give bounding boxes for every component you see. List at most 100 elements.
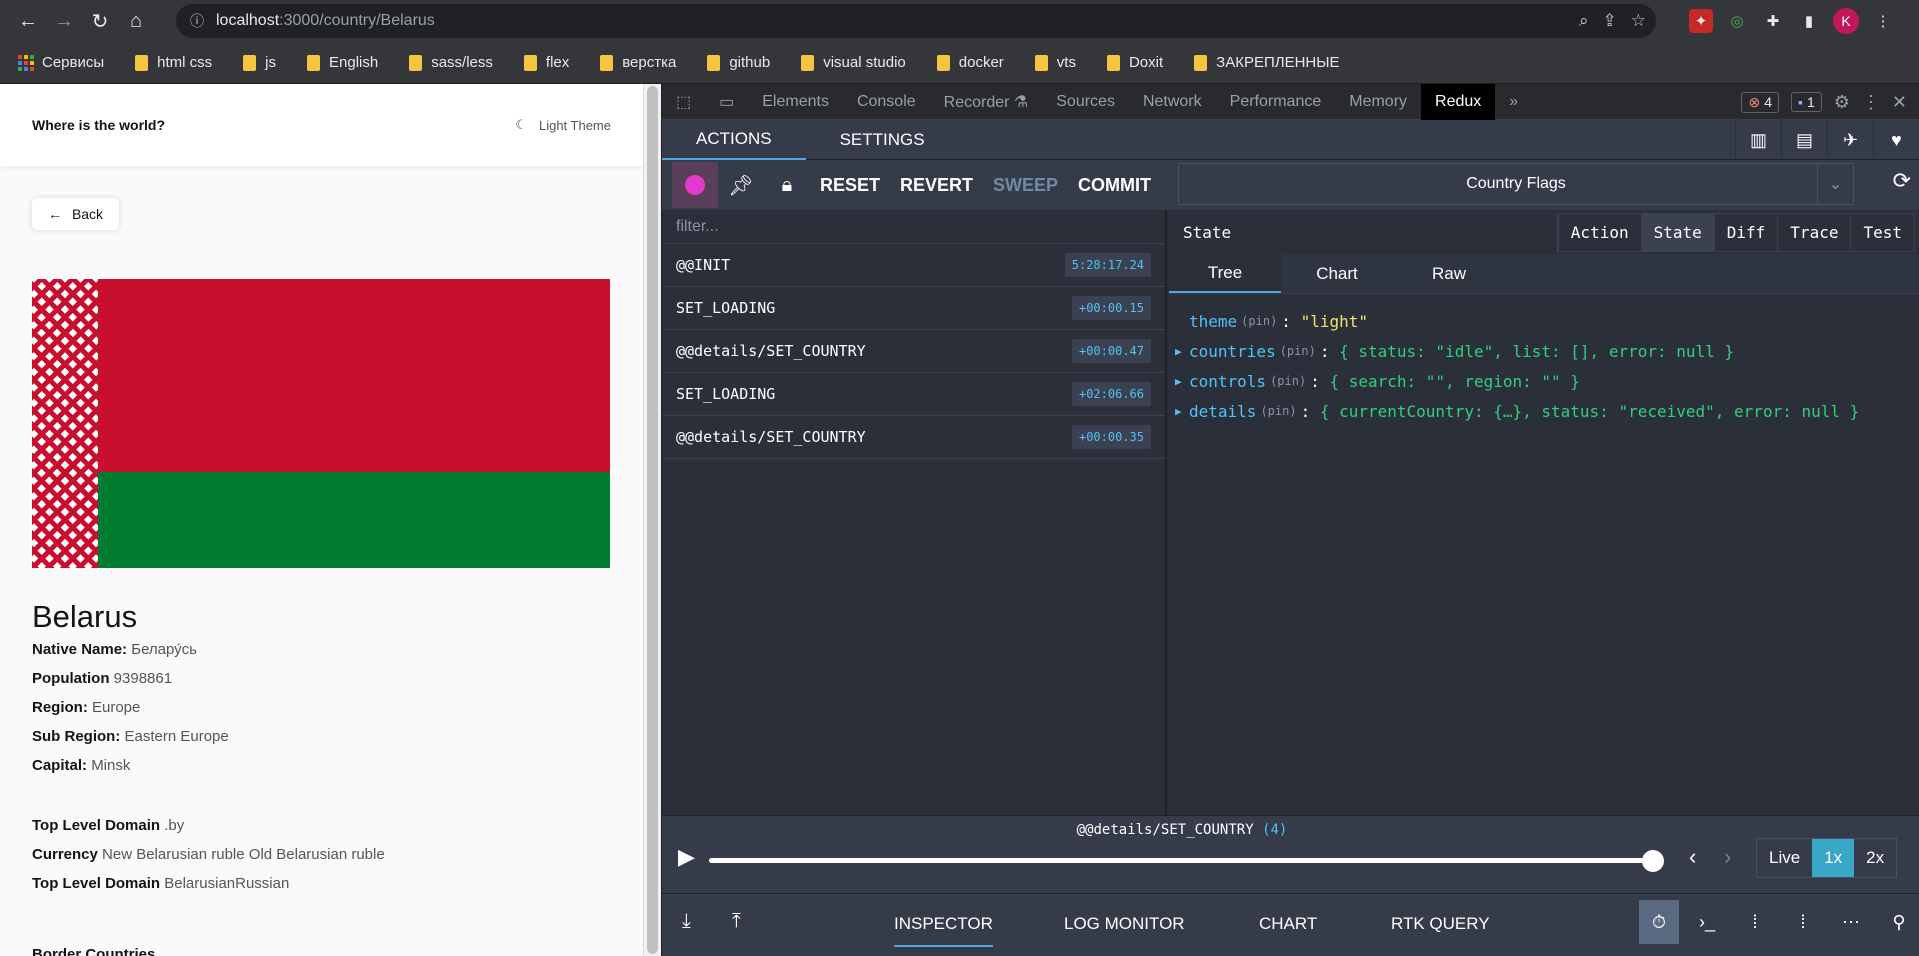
bookmark-folder[interactable]: html css (135, 54, 212, 71)
persist-icon[interactable]: ⏱ (1639, 900, 1679, 944)
back-arrow-icon[interactable]: ← (10, 3, 46, 39)
revert-button[interactable]: REVERT (890, 175, 983, 196)
step-forward-icon[interactable]: › (1724, 844, 1731, 870)
puzzle-icon[interactable]: ✚ (1761, 9, 1785, 33)
forward-arrow-icon[interactable]: → (46, 3, 82, 39)
bookmark-folder[interactable]: flex (523, 54, 569, 71)
tab-trace[interactable]: Trace (1777, 213, 1850, 251)
menu-icon[interactable]: ⋮ (1871, 9, 1895, 33)
step-back-icon[interactable]: ‹ (1689, 844, 1696, 870)
remote-icon[interactable]: ⚲ (1879, 900, 1919, 944)
speed-1x[interactable]: 1x (1812, 839, 1855, 877)
bookmark-folder[interactable]: js (243, 54, 276, 71)
tab-sources[interactable]: Sources (1042, 84, 1129, 120)
kebab-menu-icon[interactable]: ⋮ (1862, 92, 1880, 113)
bottom-dock-icon[interactable]: ⋯ (1831, 900, 1871, 944)
left-dock-icon[interactable]: ⁞ (1735, 900, 1775, 944)
profile-avatar[interactable]: K (1833, 8, 1859, 34)
bookmark-folder[interactable]: visual studio (801, 54, 906, 71)
tab-network[interactable]: Network (1129, 84, 1216, 120)
expand-arrow-icon[interactable]: ▶ (1175, 345, 1189, 358)
reload-icon[interactable]: ↻ (82, 3, 118, 39)
slider-handle[interactable] (1642, 850, 1664, 872)
filter-input[interactable]: filter... (662, 210, 1165, 244)
action-item[interactable]: @@INIT 5:28:17.24 (662, 244, 1165, 287)
slider-track[interactable] (709, 858, 1649, 863)
bookmark-folder[interactable]: верстка (600, 54, 676, 71)
inspect-icon[interactable]: ⬚ (662, 84, 705, 120)
play-icon[interactable]: ▶ (678, 844, 695, 870)
home-icon[interactable]: ⌂ (118, 3, 154, 39)
chat-icon[interactable]: ▤ (1781, 120, 1827, 160)
action-item[interactable]: @@details/SET_COUNTRY +00:00.35 (662, 416, 1165, 459)
reset-button[interactable]: RESET (810, 175, 890, 196)
close-icon[interactable]: ✕ (1892, 92, 1907, 113)
twitter-icon[interactable]: ✈ (1827, 120, 1873, 160)
site-logo[interactable]: Where is the world? (32, 117, 165, 133)
message-count-badge[interactable]: ▪ 1 (1791, 92, 1822, 112)
theme-toggle[interactable]: ☾ Light Theme (515, 117, 611, 133)
tab-raw[interactable]: Raw (1393, 254, 1505, 293)
bookmark-folder[interactable]: sass/less (409, 54, 493, 71)
tab-elements[interactable]: Elements (748, 84, 843, 120)
bookmark-folder[interactable]: vts (1034, 54, 1076, 71)
heart-icon[interactable]: ♥ (1873, 120, 1919, 160)
export-icon[interactable]: ⤒ (732, 910, 741, 933)
action-item[interactable]: SET_LOADING +02:06.66 (662, 373, 1165, 416)
sweep-button[interactable]: SWEEP (983, 175, 1068, 196)
error-count-badge[interactable]: ⊗ 4 (1741, 91, 1779, 113)
tree-node[interactable]: ▶ countries (pin): { status: "idle", list:… (1175, 336, 1913, 366)
instance-select[interactable]: Country Flags ⌄ (1178, 163, 1854, 205)
tab-rtk-query[interactable]: RTK QUERY (1391, 914, 1490, 934)
tree-node[interactable]: ▶ controls (pin): { search: "", region: ""… (1175, 366, 1913, 396)
more-tabs-icon[interactable]: » (1495, 84, 1532, 120)
site-info-icon[interactable]: ⓘ (190, 11, 204, 31)
tab-test[interactable]: Test (1850, 213, 1914, 251)
bookmark-folder[interactable]: docker (936, 54, 1004, 71)
scrollbar-thumb[interactable] (647, 86, 658, 954)
terminal-icon[interactable]: ›_ (1687, 900, 1727, 944)
settings-gear-icon[interactable]: ⚙ (1834, 92, 1850, 113)
address-bar[interactable]: ⓘ localhost:3000/country/Belarus ⌕ ⇪ ☆ (176, 4, 1656, 38)
tree-node[interactable]: theme (pin): "light" (1175, 306, 1913, 336)
tab-memory[interactable]: Memory (1335, 84, 1421, 120)
record-button[interactable] (672, 162, 718, 208)
tab-tree[interactable]: Tree (1169, 254, 1281, 293)
speed-2x[interactable]: 2x (1854, 839, 1896, 877)
lock-icon[interactable]: 🔒︎ (764, 162, 810, 208)
tab-chart-monitor[interactable]: CHART (1259, 914, 1317, 934)
tab-state[interactable]: State (1640, 213, 1714, 251)
tab-action[interactable]: Action (1557, 213, 1641, 251)
zoom-icon[interactable]: ⌕ (1579, 11, 1589, 31)
sidepanel-icon[interactable]: ▮ (1797, 9, 1821, 33)
tree-node[interactable]: ▶ details (pin): { currentCountry: {…}, st… (1175, 396, 1913, 426)
tab-performance[interactable]: Performance (1216, 84, 1336, 120)
tab-diff[interactable]: Diff (1713, 213, 1778, 251)
bookmark-folder[interactable]: Doxit (1106, 54, 1163, 71)
tab-inspector[interactable]: INSPECTOR (894, 914, 993, 947)
commit-button[interactable]: COMMIT (1068, 175, 1161, 196)
page-scrollbar[interactable] (643, 84, 661, 956)
bookmark-folder[interactable]: github (707, 54, 770, 71)
speed-live[interactable]: Live (1757, 839, 1812, 877)
tab-log-monitor[interactable]: LOG MONITOR (1064, 914, 1185, 934)
bookmark-folder[interactable]: English (307, 54, 378, 71)
back-button[interactable]: ← Back (32, 198, 119, 230)
extension-icon[interactable]: ✦ (1689, 9, 1713, 33)
expand-arrow-icon[interactable]: ▶ (1175, 375, 1189, 388)
share-icon[interactable]: ⇪ (1603, 11, 1617, 31)
action-item[interactable]: @@details/SET_COUNTRY +00:00.47 (662, 330, 1165, 373)
bookmark-star-icon[interactable]: ☆ (1631, 11, 1646, 31)
tab-actions[interactable]: ACTIONS (662, 120, 806, 160)
expand-arrow-icon[interactable]: ▶ (1175, 405, 1189, 418)
book-icon[interactable]: ▥ (1735, 120, 1781, 160)
right-dock-icon[interactable]: ⁞ (1783, 900, 1823, 944)
bookmark-folder[interactable]: ЗАКРЕПЛЕННЫЕ (1194, 54, 1340, 71)
sync-icon[interactable]: ⟳ (1893, 168, 1911, 194)
tab-console[interactable]: Console (843, 84, 930, 120)
tab-settings[interactable]: SETTINGS (806, 120, 959, 160)
extension-icon[interactable]: ◎ (1725, 9, 1749, 33)
tab-recorder[interactable]: Recorder ⚗ (930, 84, 1043, 120)
action-item[interactable]: SET_LOADING +00:00.15 (662, 287, 1165, 330)
bookmark-apps[interactable]: Сервисы (18, 54, 104, 71)
